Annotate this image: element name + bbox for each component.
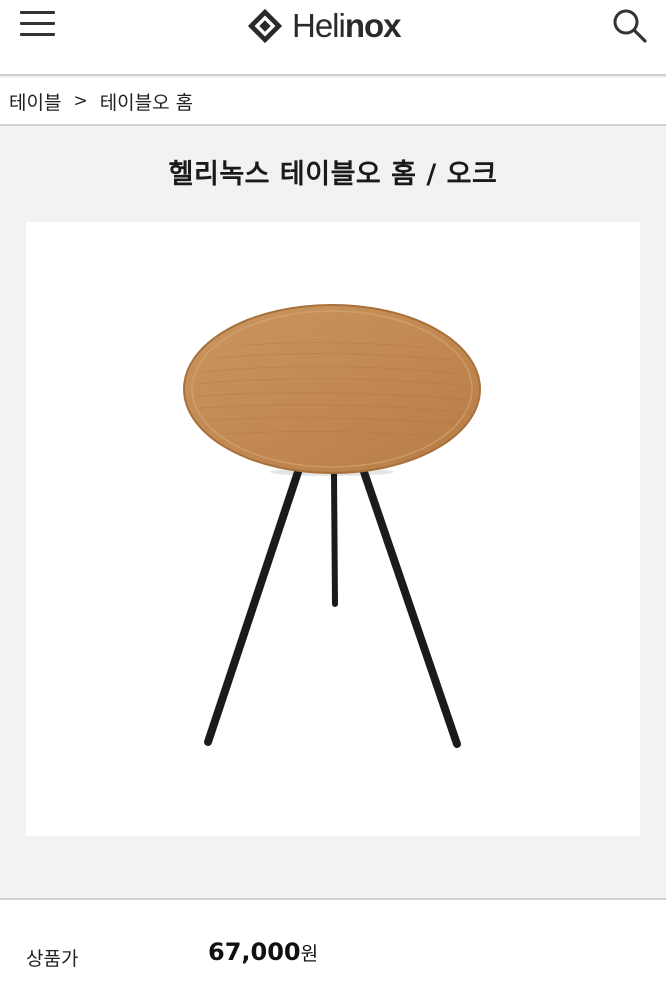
brand-wordmark-part: nox (344, 7, 402, 44)
menu-button[interactable] (20, 10, 56, 38)
breadcrumb-item-product[interactable]: 테이블오 홈 (100, 88, 193, 115)
table-leg-left (204, 468, 302, 746)
hamburger-menu-icon-bar (20, 22, 55, 25)
breadcrumb-item-category[interactable]: 테이블 (9, 88, 61, 115)
brand-logo[interactable]: Helinox (246, 6, 402, 46)
product-table-illustration (183, 304, 481, 748)
breadcrumb: 테이블 > 테이블오 홈 (0, 78, 666, 126)
table-top (183, 304, 481, 474)
price-label: 상품가 (26, 948, 79, 970)
table-leg-back (331, 471, 338, 607)
hamburger-menu-icon-bar (20, 33, 55, 36)
helinox-logo-icon (247, 8, 283, 44)
product-title: 헬리녹스 테이블오 홈 / 오크 (168, 159, 498, 190)
price-amount: 67,000 (208, 938, 301, 966)
price-value: 67,000원 (208, 938, 318, 966)
hamburger-menu-icon (20, 11, 55, 14)
brand-wordmark: Helinox (292, 7, 402, 45)
search-button[interactable] (612, 8, 648, 44)
breadcrumb-separator: > (73, 91, 88, 111)
search-icon (613, 9, 647, 43)
table-leg-right (360, 468, 461, 748)
product-image[interactable] (26, 222, 640, 836)
price-unit: 원 (300, 943, 319, 965)
price-row: 상품가 67,000원 (0, 900, 666, 984)
top-header: Helinox (0, 0, 666, 76)
brand-wordmark-part: Heli (292, 7, 346, 44)
